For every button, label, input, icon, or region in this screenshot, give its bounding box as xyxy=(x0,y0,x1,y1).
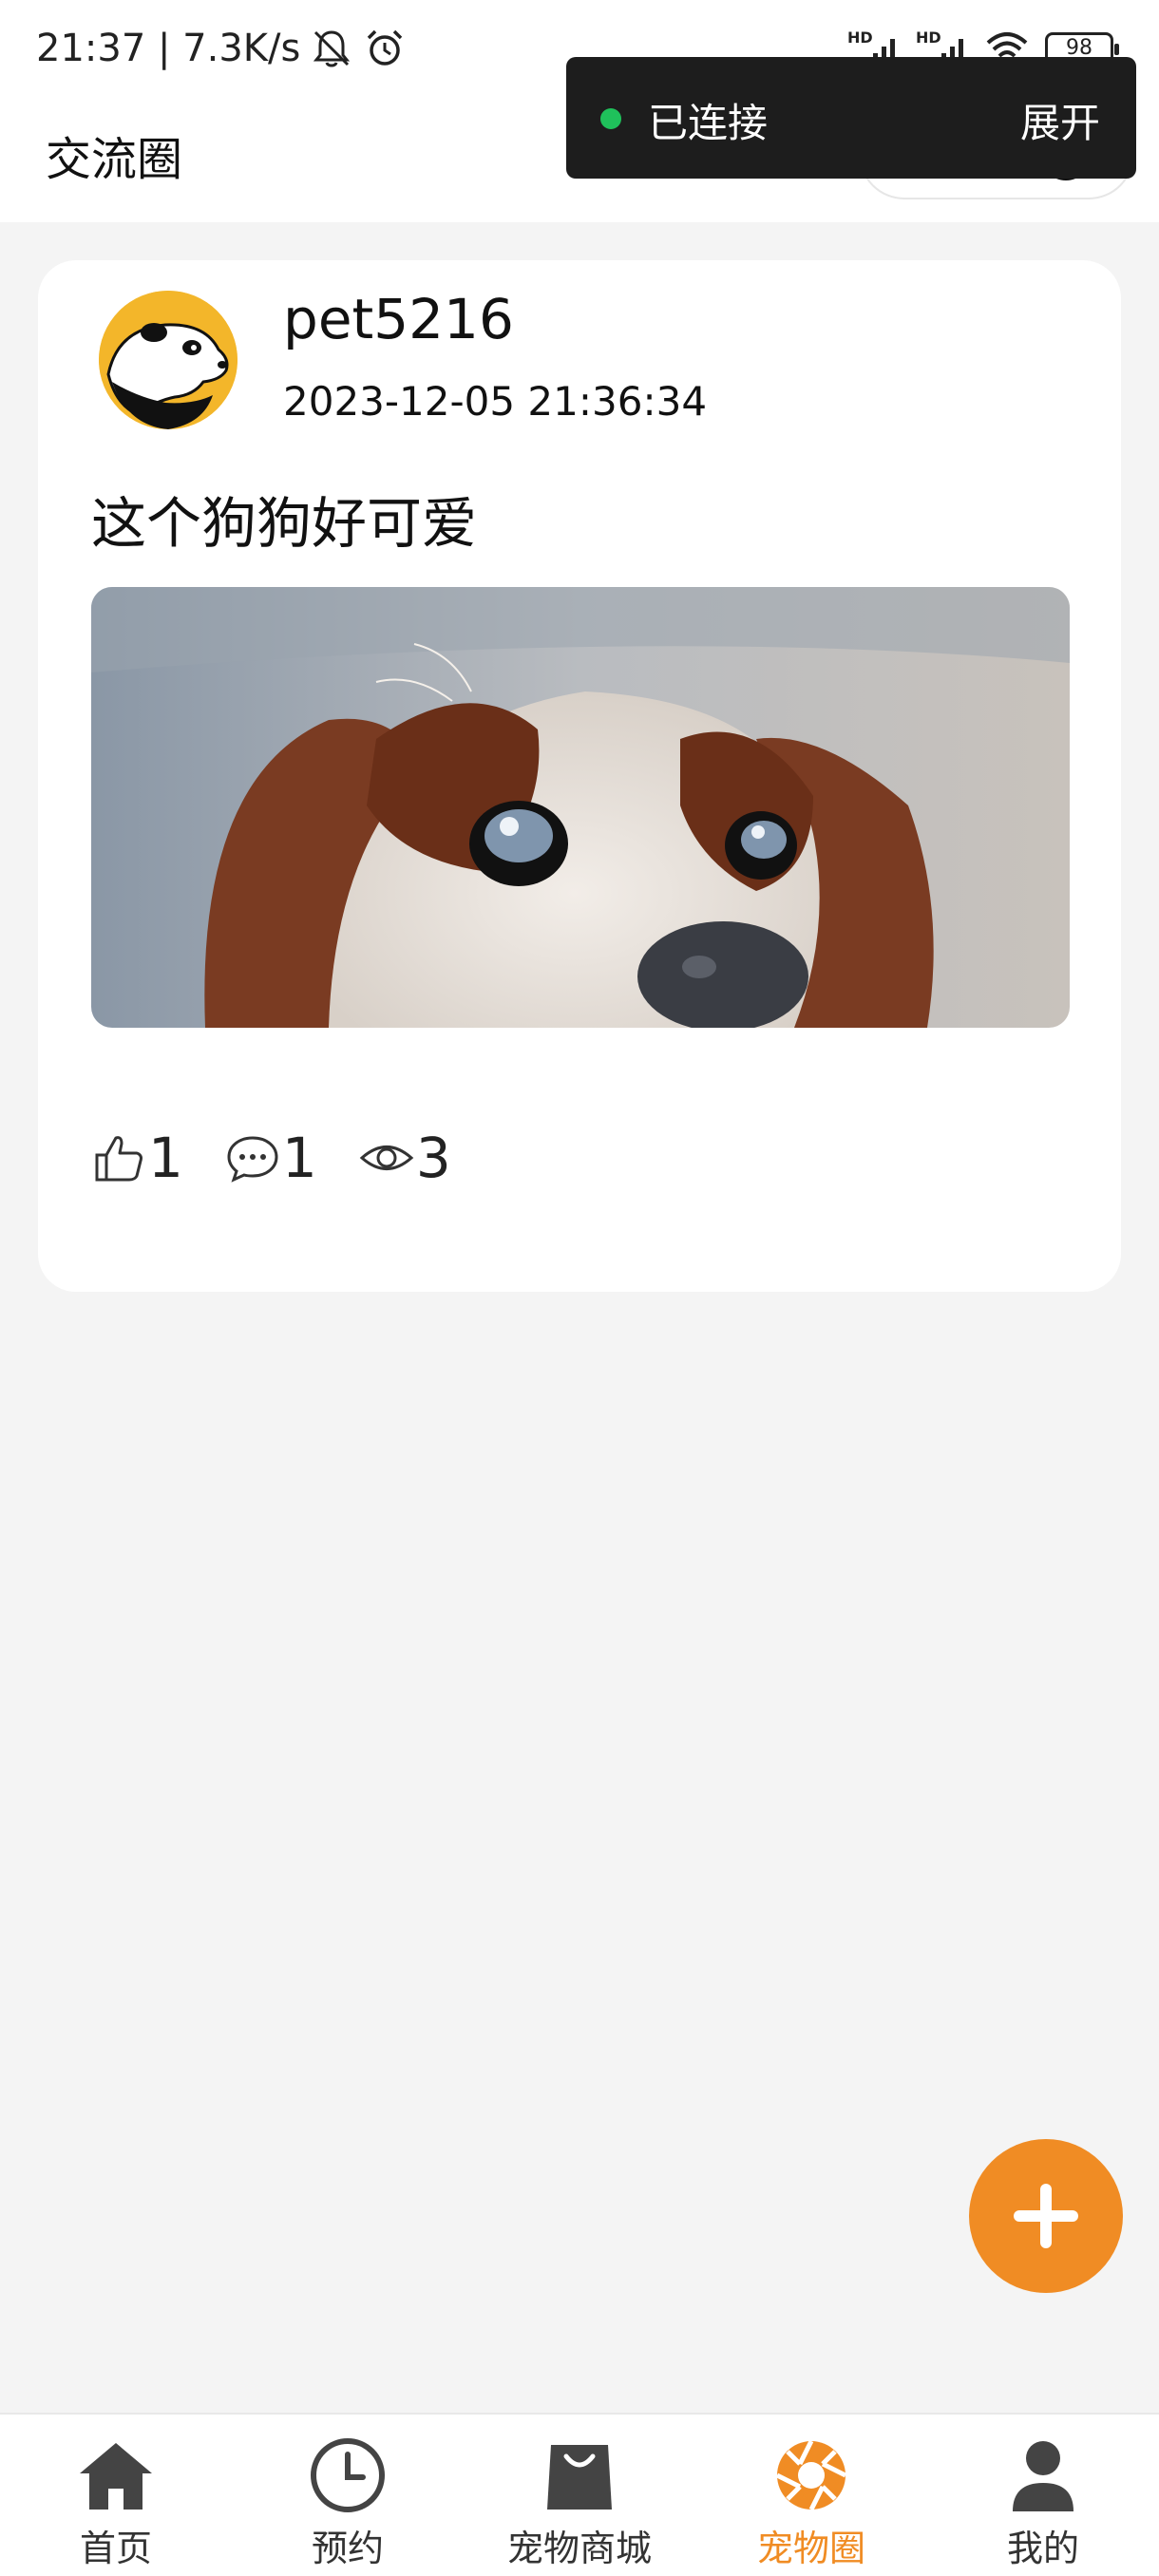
expand-button[interactable]: 展开 xyxy=(1020,91,1100,149)
comment-stat[interactable]: 1 xyxy=(225,1126,317,1190)
thumbs-up-icon[interactable] xyxy=(91,1130,146,1185)
tab-pet-shop-label: 宠物商城 xyxy=(506,2528,652,2569)
home-icon xyxy=(80,2443,152,2510)
post-card[interactable]: pet5216 2023-12-05 21:36:34 这个狗狗好可爱 1 1 … xyxy=(38,260,1121,1292)
tab-pet-circle-label: 宠物圈 xyxy=(756,2528,865,2569)
connection-status: 已连接 xyxy=(648,100,769,146)
shopping-bag-icon xyxy=(547,2445,612,2510)
add-post-button[interactable] xyxy=(969,2139,1123,2293)
bottom-tab-bar: 首页 预约 宠物商城 宠物圈 我的 xyxy=(0,2413,1159,2576)
post-stats: 1 1 3 xyxy=(91,1125,493,1191)
tab-mine[interactable]: 我的 xyxy=(927,2415,1159,2576)
dog-photo xyxy=(91,587,1070,1028)
avatar[interactable] xyxy=(99,291,238,429)
comment-icon[interactable] xyxy=(225,1130,280,1185)
tab-home-label: 首页 xyxy=(79,2528,152,2569)
tab-appointment-label: 预约 xyxy=(311,2528,384,2569)
page-title: 交流圈 xyxy=(46,133,183,186)
tab-appointment[interactable]: 预约 xyxy=(232,2415,464,2576)
comment-count: 1 xyxy=(281,1126,317,1190)
post-content: 这个狗狗好可爱 xyxy=(91,491,478,556)
plus-icon xyxy=(1014,2184,1078,2248)
panda-avatar-icon xyxy=(99,291,238,429)
post-username[interactable]: pet5216 xyxy=(283,287,514,351)
status-left: 21:37 | 7.3K/s xyxy=(36,27,407,70)
like-count: 1 xyxy=(148,1126,183,1190)
like-stat[interactable]: 1 xyxy=(91,1126,183,1190)
connection-toast: 已连接 展开 xyxy=(566,57,1136,179)
tab-pet-shop[interactable]: 宠物商城 xyxy=(464,2415,695,2576)
tab-pet-circle[interactable]: 宠物圈 xyxy=(695,2415,927,2576)
tab-home[interactable]: 首页 xyxy=(0,2415,232,2576)
connected-dot-icon xyxy=(600,108,621,129)
top-area: 21:37 | 7.3K/s HD HD 98 交流圈 已连接 展开 xyxy=(0,0,1159,222)
post-time: 2023-12-05 21:36:34 xyxy=(283,378,708,425)
view-stat: 3 xyxy=(359,1126,451,1190)
aperture-icon xyxy=(775,2439,847,2511)
status-time-speed: 21:37 | 7.3K/s xyxy=(36,27,301,70)
view-count: 3 xyxy=(415,1126,451,1190)
clock-icon xyxy=(311,2438,385,2512)
alarm-clock-icon xyxy=(368,29,403,66)
post-image[interactable] xyxy=(91,587,1070,1028)
tab-mine-label: 我的 xyxy=(1006,2528,1079,2569)
bell-muted-icon xyxy=(314,30,351,67)
eye-icon xyxy=(359,1146,414,1170)
person-icon xyxy=(1013,2441,1074,2511)
